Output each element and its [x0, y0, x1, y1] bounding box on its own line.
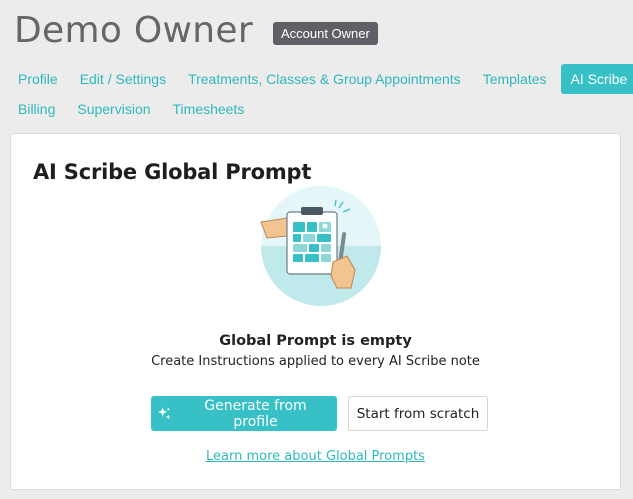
tab-supervision[interactable]: Supervision [69, 95, 158, 123]
global-prompt-card: AI Scribe Global Prompt Global Prompt is… [10, 133, 621, 490]
card-title: AI Scribe Global Prompt [33, 160, 312, 184]
tab-edit-settings[interactable]: Edit / Settings [72, 65, 174, 93]
owner-name: Demo Owner [14, 10, 253, 51]
tab-row-2: Billing Supervision Timesheets [10, 94, 630, 124]
empty-state-title: Global Prompt is empty [219, 333, 412, 349]
empty-state-subtitle: Create Instructions applied to every AI … [151, 354, 480, 369]
profile-tabs: Profile Edit / Settings Treatments, Clas… [10, 64, 633, 124]
generate-from-profile-button[interactable]: Generate from profile [151, 396, 337, 431]
tab-row-1: Profile Edit / Settings Treatments, Clas… [10, 64, 633, 94]
learn-more-link[interactable]: Learn more about Global Prompts [11, 449, 620, 464]
tab-profile[interactable]: Profile [10, 65, 66, 93]
page-header: Demo Owner Account Owner [14, 10, 378, 51]
tab-timesheets[interactable]: Timesheets [165, 95, 253, 123]
clipboard-with-pen-illustration [251, 184, 391, 314]
generate-button-label: Generate from profile [204, 397, 307, 430]
tab-treatments[interactable]: Treatments, Classes & Group Appointments [180, 65, 469, 93]
tab-ai-scribe[interactable]: AI Scribe [560, 64, 633, 94]
tab-billing[interactable]: Billing [10, 95, 63, 123]
role-badge: Account Owner [272, 22, 378, 45]
tab-templates[interactable]: Templates [475, 65, 555, 93]
start-from-scratch-button[interactable]: Start from scratch [348, 396, 488, 431]
sparkle-icon [157, 406, 172, 421]
